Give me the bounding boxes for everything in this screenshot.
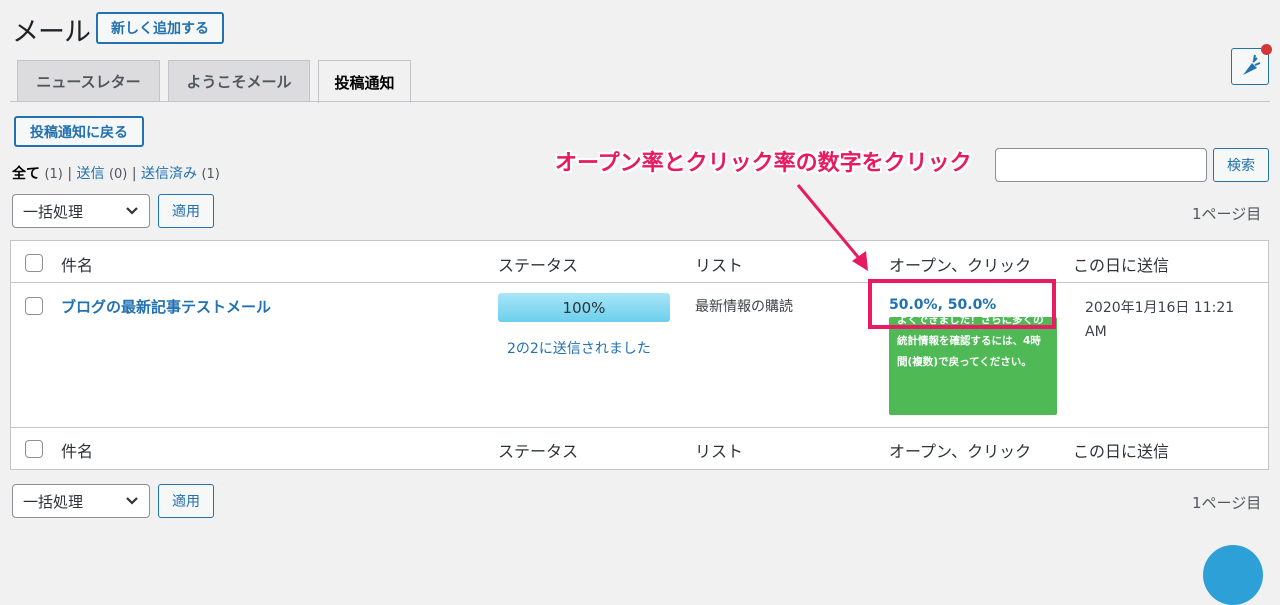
select-all-checkbox[interactable]: [25, 254, 43, 272]
filter-delivered[interactable]: 送信済み: [141, 166, 197, 182]
bulk-action-select[interactable]: 一括処理: [12, 194, 150, 228]
bulk-action-value: 一括処理: [23, 202, 84, 221]
filter-all[interactable]: 全て: [12, 166, 40, 182]
filter-separator: |: [131, 166, 137, 182]
column-list-footer: リスト: [695, 442, 744, 461]
tab-divider: [10, 101, 1270, 102]
apply-button[interactable]: 適用: [158, 194, 214, 228]
column-sent-date-footer[interactable]: この日に送信: [1073, 438, 1169, 462]
bulk-action-select-bottom[interactable]: 一括処理: [12, 484, 150, 518]
pagination-text: 1ページ目: [1192, 205, 1262, 223]
column-subject-footer[interactable]: 件名: [61, 438, 93, 462]
newsletter-table: 件名 ステータス リスト オープン、クリック この日に送信 ブログの最新記事テス…: [10, 240, 1269, 470]
tab-welcome-email[interactable]: ようこそメール: [168, 60, 310, 102]
add-new-button[interactable]: 新しく追加する: [96, 12, 224, 44]
newsletter-subject-link[interactable]: ブログの最新記事テストメール: [61, 296, 271, 317]
stats-tooltip: よくできました！さらに多くの統計情報を確認するには、4時間(複数)で戻ってくださ…: [889, 317, 1057, 415]
chevron-down-icon: [126, 207, 138, 215]
status-progress-bar: 100%: [498, 293, 670, 322]
row-checkbox[interactable]: [25, 297, 43, 315]
page-title: メール: [12, 17, 91, 48]
column-status: ステータス: [498, 256, 579, 275]
list-name: 最新情報の購読: [695, 299, 793, 315]
footer-divider: [11, 427, 1268, 428]
highlight-box: [868, 279, 1056, 329]
column-status-footer: ステータス: [498, 442, 579, 461]
notification-dot: [1261, 44, 1272, 55]
filter-sent[interactable]: 送信: [77, 166, 105, 182]
apply-button-bottom[interactable]: 適用: [158, 484, 214, 518]
column-list: リスト: [695, 256, 744, 275]
pagination-text-bottom: 1ページ目: [1192, 494, 1262, 512]
annotation-arrow: [796, 184, 868, 271]
carrot-icon: [1243, 54, 1261, 75]
search-input[interactable]: [995, 148, 1207, 182]
select-all-checkbox-footer[interactable]: [25, 440, 43, 458]
column-open-click-footer: オープン、クリック: [889, 442, 1032, 461]
status-filters: 全て (1) | 送信 (0) | 送信済み (1): [12, 163, 220, 183]
tab-post-notification[interactable]: 投稿通知: [318, 60, 411, 103]
filter-sent-count: (0): [108, 167, 128, 182]
chevron-down-icon: [126, 497, 138, 505]
help-button[interactable]: [1203, 545, 1263, 605]
filter-delivered-count: (1): [201, 167, 220, 182]
filter-separator: |: [67, 166, 73, 182]
search-button[interactable]: 検索: [1213, 148, 1269, 182]
back-to-post-notifications-button[interactable]: 投稿通知に戻る: [14, 116, 144, 147]
column-open-click: オープン、クリック: [889, 256, 1032, 275]
header-divider: [11, 282, 1268, 283]
status-note: 2の2に送信されました: [507, 341, 651, 357]
sent-date: 2020年1月16日 11:21 AM: [1085, 300, 1235, 340]
column-subject[interactable]: 件名: [61, 252, 93, 276]
annotation-text: オープン率とクリック率の数字をクリック: [555, 151, 972, 176]
bulk-action-value-bottom: 一括処理: [23, 492, 84, 511]
column-sent-date[interactable]: この日に送信: [1073, 252, 1169, 276]
tab-newsletter[interactable]: ニュースレター: [17, 60, 160, 102]
filter-all-count: (1): [44, 167, 63, 182]
